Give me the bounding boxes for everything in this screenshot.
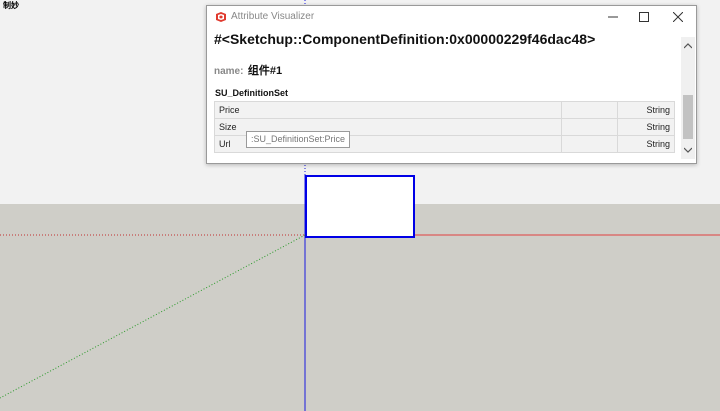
title-bar[interactable]: Attribute Visualizer [207, 6, 696, 28]
window-title: Attribute Visualizer [231, 11, 315, 22]
scroll-thumb[interactable] [683, 95, 693, 139]
attribute-type: String [616, 101, 676, 119]
chevron-up-icon [684, 43, 692, 49]
attribute-visualizer-window: Attribute Visualizer #<Sketchup::Compone… [206, 5, 697, 164]
entity-heading: #<Sketchup::ComponentDefinition:0x000002… [214, 31, 596, 47]
minimize-icon [608, 16, 618, 18]
name-label: name: [214, 66, 244, 77]
attribute-type: String [616, 135, 676, 153]
minimize-button[interactable] [602, 9, 624, 25]
attribute-key: Price [214, 101, 563, 119]
attribute-type: String [616, 118, 676, 136]
scroll-down-button[interactable] [681, 143, 695, 157]
close-button[interactable] [667, 9, 689, 25]
scroll-up-button[interactable] [681, 39, 695, 53]
sketchup-logo-icon [216, 12, 226, 22]
name-row: name: 组件#1 [214, 61, 282, 79]
name-value: 组件#1 [247, 65, 283, 77]
selected-component[interactable] [305, 175, 415, 238]
green-axis-dotted [0, 234, 306, 399]
dictionary-title: SU_DefinitionSet [215, 88, 289, 98]
close-icon [673, 12, 683, 22]
vertical-scrollbar[interactable] [681, 37, 695, 159]
maximize-icon [639, 12, 649, 22]
chevron-down-icon [684, 147, 692, 153]
window-content: #<Sketchup::ComponentDefinition:0x000002… [214, 28, 676, 159]
attribute-value [561, 135, 618, 153]
attribute-path-tooltip: :SU_DefinitionSet:Price [246, 131, 351, 148]
attribute-value [561, 101, 618, 119]
table-row[interactable]: Price String [214, 101, 676, 119]
attribute-value [561, 118, 618, 136]
maximize-button[interactable] [633, 9, 655, 25]
